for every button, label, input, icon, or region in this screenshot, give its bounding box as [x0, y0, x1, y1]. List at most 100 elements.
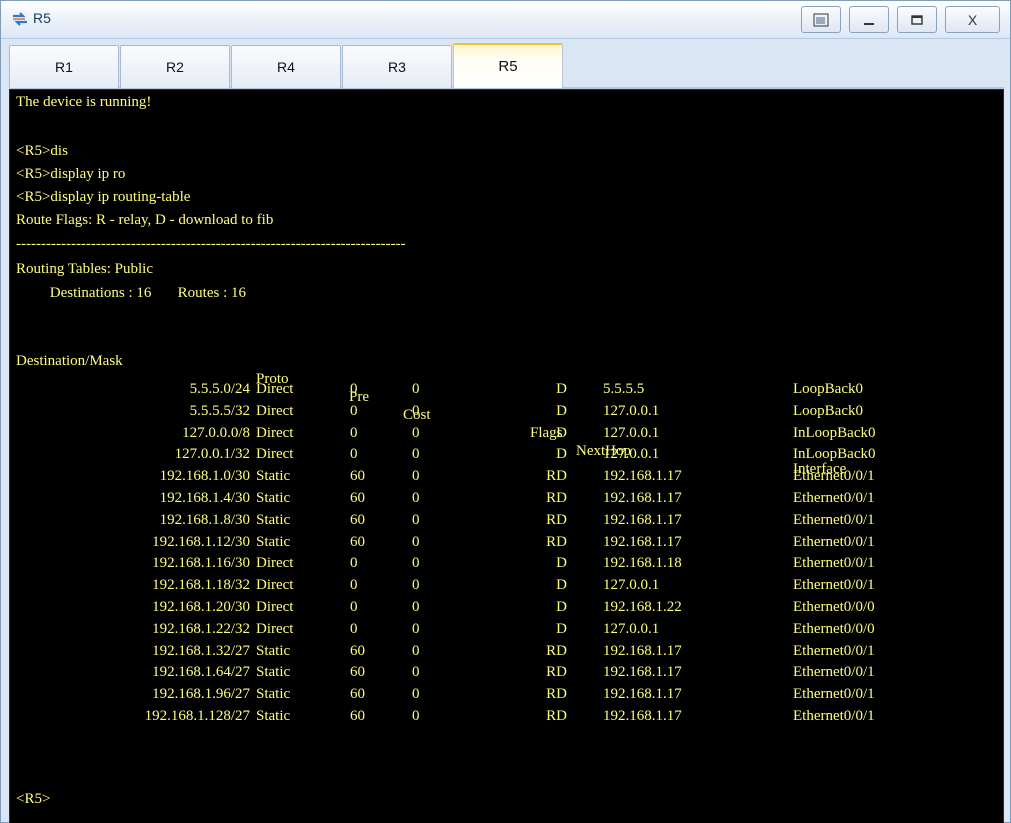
route-pre: 0	[350, 577, 358, 594]
route-proto: Static	[256, 642, 291, 659]
route-pre: 60	[350, 533, 365, 550]
route-flags: RD	[546, 511, 567, 528]
table-row: 192.168.1.0/30 Static 60 0 RD 192.168.1.17 Eth…	[10, 467, 1003, 485]
route-cost: 0	[412, 708, 420, 724]
table-row: 192.168.1.96/27 Static 60 0 RD 192.168.1.17 Et…	[10, 685, 1003, 703]
route-interface: Ethernet0/0/0	[793, 620, 875, 637]
table-row: 192.168.1.32/27 Static 60 0 RD 192.168.1.17 Et…	[10, 642, 1003, 660]
route-cost: 0	[412, 446, 420, 463]
route-proto: Static	[256, 533, 291, 550]
restore-window-button[interactable]	[801, 6, 841, 33]
route-flags: RD	[546, 642, 567, 659]
route-destination: 5.5.5.0/24	[189, 381, 250, 397]
close-button[interactable]: X	[945, 6, 1000, 33]
route-proto: Direct	[256, 577, 294, 594]
route-destination: 192.168.1.32/27	[152, 642, 250, 659]
route-proto: Direct	[256, 620, 294, 637]
table-row: 192.168.1.16/30 Direct 0 0 D 192.168.1.18 Ethe…	[10, 554, 1003, 572]
route-nexthop: 127.0.0.1	[603, 620, 660, 637]
route-destination: 192.168.1.16/30	[152, 555, 250, 572]
terminal-console[interactable]: The device is running! <R5>dis <R5>displ…	[9, 89, 1004, 823]
route-interface: Ethernet0/0/1	[793, 490, 875, 506]
route-nexthop: 127.0.0.1	[603, 577, 660, 594]
route-pre: 0	[350, 402, 358, 419]
route-destination: 192.168.1.22/32	[152, 620, 250, 637]
title-bar[interactable]: R5 X	[1, 1, 1010, 39]
tab-r1[interactable]: R1	[9, 45, 119, 88]
route-proto: Direct	[256, 446, 294, 463]
route-cost: 0	[412, 424, 420, 441]
route-proto: Static	[256, 490, 291, 506]
route-proto: Direct	[256, 599, 294, 615]
route-cost: 0	[412, 577, 420, 594]
routing-table-header: Destination/Mask Proto Pre Cost Flags Ne…	[10, 334, 1003, 477]
route-interface: InLoopBack0	[793, 446, 876, 463]
table-row: 127.0.0.1/32 Direct 0 0 D 127.0.0.1 InLoopBack…	[10, 445, 1003, 463]
device-tab-bar: R1 R2 R4 R3 R5	[9, 43, 1004, 89]
route-cost: 0	[412, 490, 420, 506]
route-flags: D	[556, 577, 567, 594]
route-cost: 0	[412, 533, 420, 550]
route-destination: 192.168.1.18/32	[152, 577, 250, 594]
tab-r4[interactable]: R4	[231, 45, 341, 88]
route-nexthop: 192.168.1.17	[603, 642, 682, 659]
route-flags: D	[556, 424, 567, 441]
console-line: The device is running!	[16, 94, 152, 110]
console-line: Route Flags: R - relay, D - download to …	[16, 212, 274, 228]
route-proto: Static	[256, 511, 291, 528]
route-nexthop: 192.168.1.17	[603, 686, 682, 703]
route-proto: Direct	[256, 381, 294, 397]
window-title: R5	[33, 10, 51, 26]
table-row: 192.168.1.22/32 Direct 0 0 D 127.0.0.1 Etherne…	[10, 620, 1003, 638]
table-row: 192.168.1.4/30 Static 60 0 RD 192.168.1.17 Eth…	[10, 489, 1003, 507]
route-proto: Static	[256, 468, 291, 485]
route-flags: D	[556, 555, 567, 572]
route-nexthop: 192.168.1.17	[603, 708, 682, 724]
route-destination: 192.168.1.64/27	[152, 664, 250, 681]
route-destination: 192.168.1.96/27	[152, 686, 250, 703]
route-cost: 0	[412, 599, 420, 615]
route-nexthop: 127.0.0.1	[603, 424, 660, 441]
console-line: Destinations : 16 Routes : 16	[16, 285, 246, 301]
route-pre: 0	[350, 620, 358, 637]
table-row: 192.168.1.18/32 Direct 0 0 D 127.0.0.1 Etherne…	[10, 576, 1003, 594]
tab-r2[interactable]: R2	[120, 45, 230, 88]
route-interface: Ethernet0/0/1	[793, 533, 875, 550]
table-row: 192.168.1.128/27 Static 60 0 RD 192.168.1.17 E…	[10, 707, 1003, 725]
route-flags: D	[556, 620, 567, 637]
route-flags: RD	[546, 533, 567, 550]
route-pre: 0	[350, 446, 358, 463]
table-row: 192.168.1.64/27 Static 60 0 RD 192.168.1.17 Et…	[10, 663, 1003, 681]
console-line: <R5>display ip routing-table	[16, 189, 191, 205]
route-proto: Direct	[256, 555, 294, 572]
route-flags: RD	[546, 468, 567, 485]
route-proto: Static	[256, 686, 291, 703]
route-pre: 0	[350, 555, 358, 572]
route-pre: 60	[350, 664, 365, 681]
console-separator: ----------------------------------------…	[16, 236, 406, 252]
route-nexthop: 192.168.1.17	[603, 490, 682, 506]
route-nexthop: 192.168.1.18	[603, 555, 682, 572]
route-nexthop: 192.168.1.17	[603, 511, 682, 528]
route-cost: 0	[412, 511, 420, 528]
terminal-window: R5 X R1 R2 R4 R3 R5 The device is runnin…	[0, 0, 1011, 823]
tab-r3[interactable]: R3	[342, 45, 452, 88]
minimize-button[interactable]	[849, 6, 889, 33]
route-interface: Ethernet0/0/1	[793, 468, 875, 485]
console-prompt: <R5>	[16, 791, 51, 807]
route-cost: 0	[412, 664, 420, 681]
table-row: 192.168.1.20/30 Direct 0 0 D 192.168.1.22 Ethe…	[10, 598, 1003, 616]
route-destination: 192.168.1.4/30	[159, 490, 250, 506]
route-cost: 0	[412, 642, 420, 659]
route-cost: 0	[412, 686, 420, 703]
route-nexthop: 192.168.1.22	[603, 599, 682, 615]
route-proto: Static	[256, 664, 291, 681]
route-nexthop: 192.168.1.17	[603, 468, 682, 485]
route-interface: Ethernet0/0/1	[793, 708, 875, 724]
maximize-button[interactable]	[897, 6, 937, 33]
table-row: 192.168.1.8/30 Static 60 0 RD 192.168.1.17 Eth…	[10, 511, 1003, 529]
tab-r5[interactable]: R5	[453, 43, 563, 88]
route-destination: 127.0.0.1/32	[174, 446, 250, 463]
route-flags: D	[556, 402, 567, 419]
route-destination: 127.0.0.0/8	[182, 424, 250, 441]
